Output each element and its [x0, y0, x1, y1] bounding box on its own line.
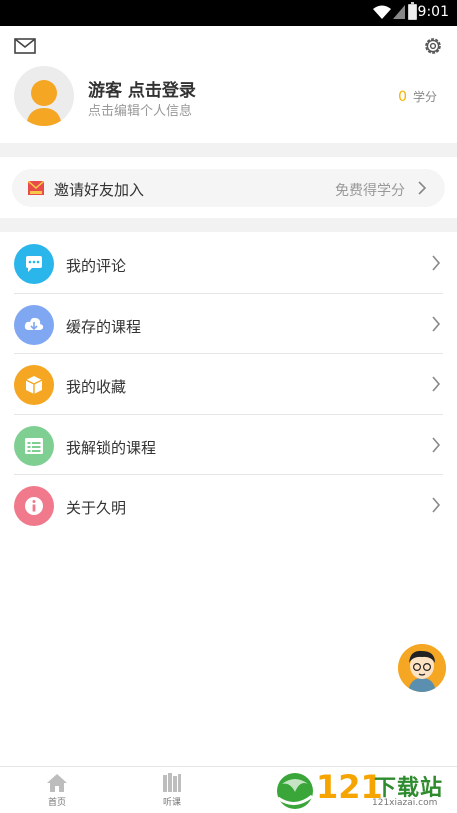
- chevron-right-icon: [432, 315, 441, 332]
- comment-icon: [14, 244, 54, 284]
- invite-friends-row[interactable]: 邀请好友加入 免费得学分: [12, 169, 445, 207]
- globe-logo-icon: [277, 773, 313, 809]
- wifi-icon: [373, 5, 391, 19]
- tab-home[interactable]: 首页: [32, 773, 82, 808]
- login-title[interactable]: 游客 点击登录: [88, 76, 196, 101]
- watermark-logo: 121 下载站 121xiazai.com: [272, 768, 457, 813]
- gear-icon[interactable]: [423, 36, 443, 56]
- menu-item-cached-courses[interactable]: 缓存的课程: [0, 294, 457, 354]
- chevron-right-icon: [418, 181, 427, 195]
- menu-item-unlocked-courses[interactable]: 我解锁的课程: [0, 415, 457, 475]
- box-icon: [14, 365, 54, 405]
- chevron-right-icon: [432, 376, 441, 392]
- home-icon: [47, 774, 67, 792]
- list-icon: [14, 425, 54, 466]
- invite-hint: 免费得学分: [335, 183, 405, 199]
- avatar[interactable]: [14, 66, 74, 126]
- info-icon: [14, 486, 54, 526]
- chevron-right-icon: [432, 436, 441, 453]
- credits-display[interactable]: 0 学分: [398, 88, 437, 105]
- cloud-download-icon: [14, 304, 54, 345]
- watermark-url: 121xiazai.com: [372, 798, 438, 808]
- menu-item-my-comments[interactable]: 我的评论: [0, 233, 457, 294]
- menu-item-label: 缓存的课程: [66, 317, 142, 336]
- floating-assistant-avatar[interactable]: [398, 644, 446, 692]
- gift-icon: [28, 181, 44, 195]
- battery-icon: [408, 2, 417, 20]
- menu-list: 我的评论 缓存的课程 我的收藏 我解锁的课程 关于久明: [0, 233, 457, 536]
- menu-item-label: 我的收藏: [66, 378, 127, 396]
- menu-item-label: 我的评论: [66, 257, 127, 275]
- credits-unit: 学分: [412, 90, 437, 104]
- cartoon-face-icon: [398, 644, 446, 692]
- menu-item-about[interactable]: 关于久明: [0, 475, 457, 536]
- mail-icon[interactable]: [14, 38, 36, 54]
- section-divider: [0, 143, 457, 157]
- chevron-right-icon: [432, 497, 441, 513]
- status-time: 9:01: [417, 4, 449, 20]
- credits-value: 0: [398, 89, 407, 105]
- menu-item-label: 关于久明: [66, 499, 127, 517]
- invite-label: 邀请好友加入: [54, 181, 145, 199]
- status-bar: 9:01: [0, 0, 457, 26]
- tab-label: 听课: [162, 798, 181, 808]
- edit-profile-hint[interactable]: 点击编辑个人信息: [88, 100, 192, 119]
- menu-item-my-favorites[interactable]: 我的收藏: [0, 354, 457, 415]
- chevron-right-icon: [432, 255, 441, 271]
- tab-lectures[interactable]: 听课: [147, 773, 197, 808]
- tab-label: 首页: [47, 798, 66, 808]
- signal-icon: [393, 5, 405, 19]
- menu-item-label: 我解锁的课程: [66, 438, 157, 457]
- section-divider: [0, 218, 457, 232]
- guest-avatar-icon: [26, 80, 62, 126]
- books-icon: [163, 773, 181, 792]
